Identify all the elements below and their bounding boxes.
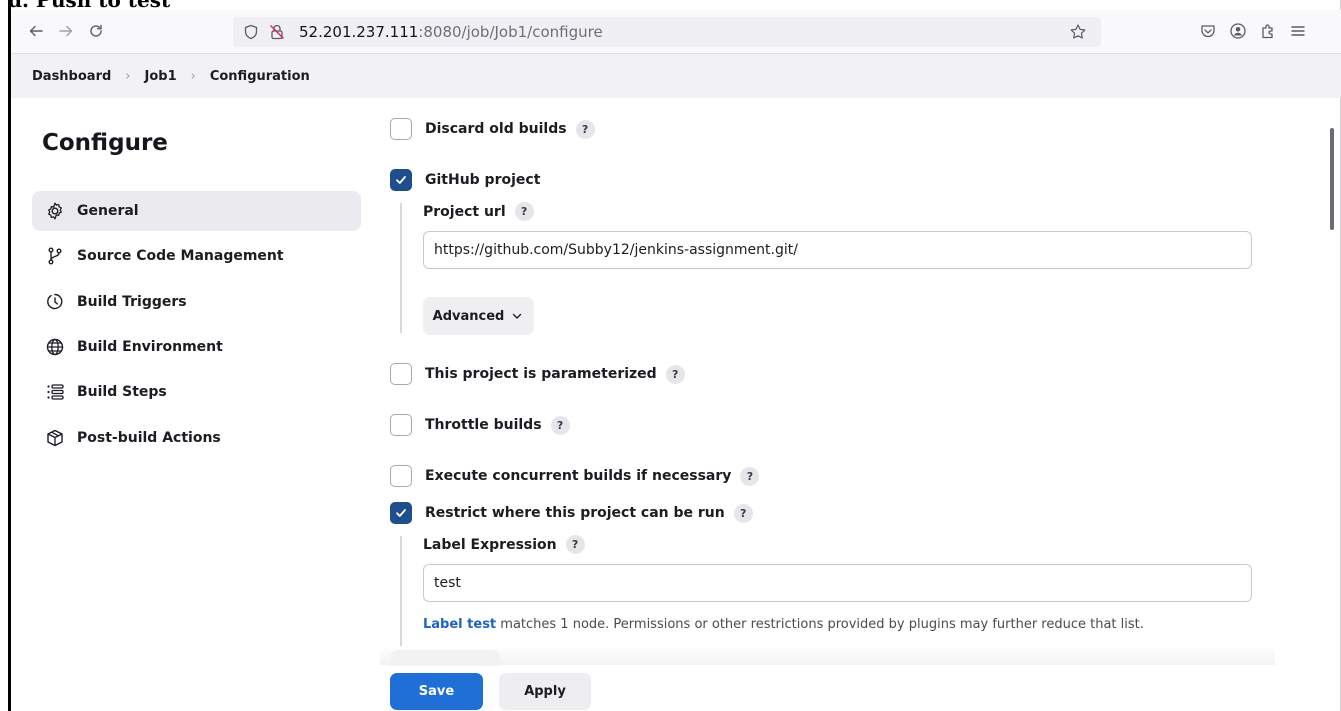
concurrent-builds-checkbox[interactable] — [390, 465, 412, 487]
discard-old-builds-row: Discard old builds ? — [390, 118, 595, 140]
concurrent-builds-label: Execute concurrent builds if necessary — [425, 468, 732, 484]
reload-icon[interactable] — [85, 20, 107, 42]
account-icon[interactable] — [1227, 20, 1249, 42]
help-icon[interactable]: ? — [550, 415, 570, 435]
forward-arrow-icon[interactable] — [55, 20, 77, 42]
package-icon — [44, 427, 66, 449]
label-expression-label-row: Label Expression ? — [423, 535, 585, 554]
browser-toolbar: 52.201.237.111:8080/job/Job1/configure — [11, 10, 1341, 54]
bottom-fade — [380, 645, 1275, 665]
sidebar-item-label: Build Triggers — [77, 294, 187, 310]
throttle-builds-row: Throttle builds ? — [390, 414, 570, 436]
parameterized-checkbox[interactable] — [390, 363, 412, 385]
sidebar-item-label: Post-build Actions — [77, 430, 221, 446]
label-expression-input[interactable]: test — [423, 564, 1252, 602]
restrict-run-label: Restrict where this project can be run — [425, 505, 725, 521]
github-project-checkbox[interactable] — [390, 169, 412, 191]
timer-icon — [44, 291, 66, 313]
help-icon[interactable]: ? — [514, 202, 534, 221]
parameterized-row: This project is parameterized ? — [390, 363, 685, 385]
breadcrumb: Dashboard › Job1 › Configuration — [11, 54, 1341, 98]
chevron-right-icon: › — [125, 68, 131, 84]
label-match-hint: Label test matches 1 node. Permissions o… — [423, 617, 1144, 632]
insecure-lock-icon[interactable] — [267, 21, 287, 43]
gear-icon — [44, 200, 66, 222]
help-icon[interactable]: ? — [733, 503, 753, 523]
breadcrumb-configuration[interactable]: Configuration — [210, 69, 310, 84]
sidebar-item-label: Build Steps — [77, 384, 167, 400]
sidebar-item-post-build-actions[interactable]: Post-build Actions — [32, 418, 361, 458]
github-project-label: GitHub project — [425, 172, 541, 188]
bookmark-star-icon[interactable] — [1067, 21, 1089, 43]
save-button[interactable]: Save — [390, 673, 483, 710]
sidebar-item-general[interactable]: General — [32, 191, 361, 231]
breadcrumb-dashboard[interactable]: Dashboard — [32, 69, 111, 84]
help-icon[interactable]: ? — [575, 119, 595, 139]
restrict-run-row: Restrict where this project can be run ? — [390, 502, 753, 524]
sidebar-item-source-code-management[interactable]: Source Code Management — [32, 236, 361, 276]
sidebar-item-label: Build Environment — [77, 339, 223, 355]
concurrent-builds-row: Execute concurrent builds if necessary ? — [390, 465, 760, 487]
help-icon[interactable]: ? — [665, 364, 685, 384]
list-icon — [44, 381, 66, 403]
breadcrumb-job1[interactable]: Job1 — [145, 69, 177, 84]
branch-icon — [44, 245, 66, 267]
checkmark-icon — [396, 509, 406, 517]
url-text: 52.201.237.111:8080/job/Job1/configure — [299, 23, 603, 41]
github-project-row: GitHub project — [390, 169, 540, 191]
pocket-icon[interactable] — [1197, 20, 1219, 42]
sidebar-item-build-triggers[interactable]: Build Triggers — [32, 282, 361, 322]
chevron-right-icon: › — [190, 68, 196, 84]
throttle-builds-checkbox[interactable] — [390, 414, 412, 436]
scrollbar-thumb[interactable] — [1330, 128, 1334, 230]
project-url-label: Project url — [423, 203, 506, 220]
section-indent-line — [400, 536, 402, 646]
sidebar-item-build-steps[interactable]: Build Steps — [32, 372, 361, 412]
project-url-label-row: Project url ? — [423, 202, 534, 221]
sidebar-item-build-environment[interactable]: Build Environment — [32, 327, 361, 367]
project-url-input[interactable]: https://github.com/Subby12/jenkins-assig… — [423, 231, 1252, 269]
label-test-link[interactable]: Label test — [423, 617, 496, 632]
back-arrow-icon[interactable] — [25, 20, 47, 42]
label-expression-label: Label Expression — [423, 536, 557, 553]
extensions-icon[interactable] — [1257, 20, 1279, 42]
parameterized-label: This project is parameterized — [425, 366, 657, 382]
help-icon[interactable]: ? — [740, 466, 760, 486]
section-indent-line — [400, 203, 402, 333]
throttle-builds-label: Throttle builds — [425, 417, 542, 433]
url-bar[interactable]: 52.201.237.111:8080/job/Job1/configure — [233, 17, 1101, 47]
sidebar-item-label: General — [77, 203, 139, 219]
shield-icon[interactable] — [241, 21, 261, 43]
restrict-run-checkbox[interactable] — [390, 502, 412, 524]
apply-button[interactable]: Apply — [499, 673, 591, 710]
left-edge-bar — [8, 0, 11, 711]
checkmark-icon — [396, 176, 406, 184]
hidden-advanced-button — [390, 650, 500, 666]
globe-icon — [44, 336, 66, 358]
advanced-button-label: Advanced — [432, 308, 505, 324]
label-match-text: matches 1 node. Permissions or other res… — [496, 617, 1144, 632]
menu-icon[interactable] — [1287, 20, 1309, 42]
discard-old-builds-checkbox[interactable] — [390, 118, 412, 140]
help-icon[interactable]: ? — [565, 535, 585, 554]
discard-old-builds-label: Discard old builds — [425, 121, 567, 137]
chevron-down-icon — [513, 313, 522, 319]
sidebar-title: Configure — [42, 130, 168, 156]
sidebar-item-label: Source Code Management — [77, 248, 284, 264]
advanced-button[interactable]: Advanced — [423, 297, 534, 335]
